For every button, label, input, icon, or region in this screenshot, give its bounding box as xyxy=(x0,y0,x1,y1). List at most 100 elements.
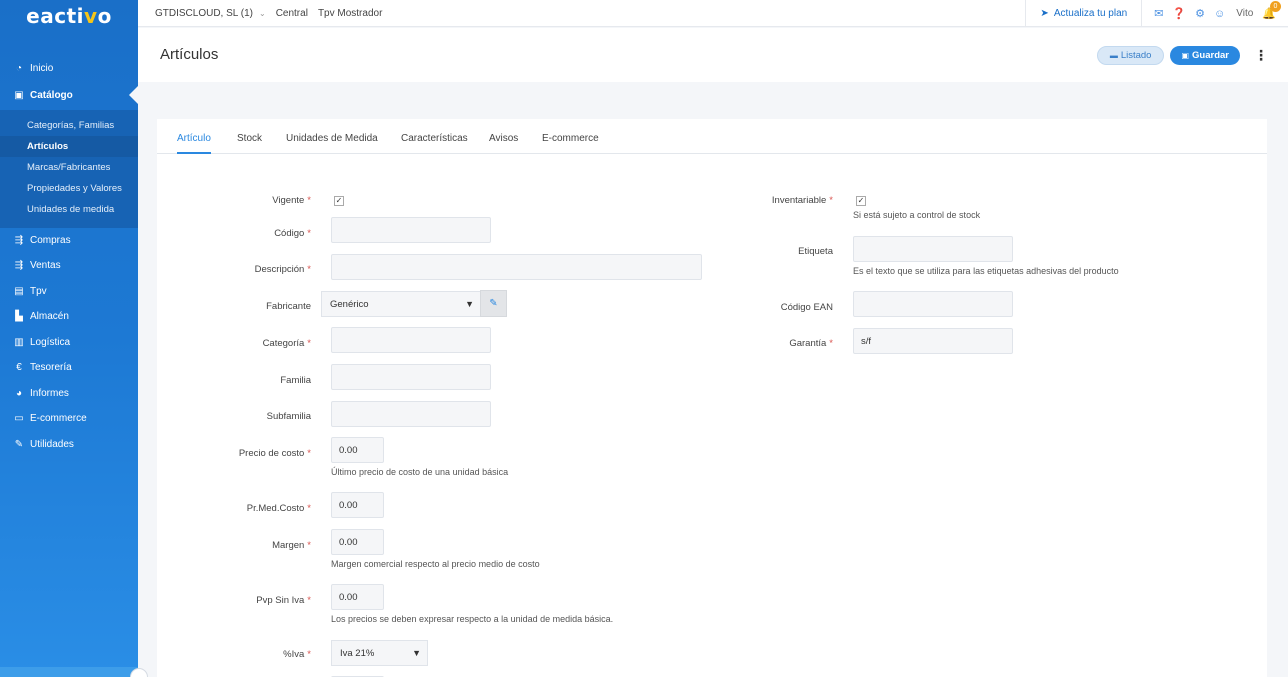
crumb-tpv[interactable]: Tpv Mostrador xyxy=(318,8,382,19)
paper-plane-icon: ➤ xyxy=(1040,8,1049,19)
caret-down-icon: ▼ xyxy=(465,299,474,309)
sidebar: eacti v o ◔ Inicio ▣ Catálogo Categorías, Fa… xyxy=(0,0,138,677)
codigo-input[interactable] xyxy=(331,217,491,243)
categoria-input[interactable] xyxy=(331,327,491,353)
pvp-sin-iva-label: Pvp Sin Iva * xyxy=(256,595,311,606)
tab-avisos[interactable]: Avisos xyxy=(489,133,518,154)
user-icon[interactable]: ☺ xyxy=(1214,8,1225,20)
sidebar-item-inicio[interactable]: ◔ Inicio xyxy=(0,56,138,82)
sidebar-item-label: Ventas xyxy=(30,260,61,272)
sidebar-item-ventas[interactable]: ⇶ Ventas xyxy=(0,253,138,279)
guardar-button[interactable]: ▣ Guardar xyxy=(1170,46,1240,65)
margen-label: Margen * xyxy=(272,540,311,551)
sidebar-item-informes[interactable]: ◕ Informes xyxy=(0,381,138,407)
tab-caracteristicas[interactable]: Características xyxy=(401,133,468,154)
sidebar-item-label: Logística xyxy=(30,336,71,348)
purchases-icon: ⇶ xyxy=(14,234,24,246)
more-options-icon[interactable]: ⋮ xyxy=(1254,47,1268,64)
tab-ecommerce[interactable]: E-commerce xyxy=(542,133,599,154)
fabricante-select[interactable]: Genérico ▼ xyxy=(321,291,481,317)
sidebar-collapse-button[interactable] xyxy=(130,668,148,677)
tab-unidades[interactable]: Unidades de Medida xyxy=(286,133,378,154)
codigo-ean-input[interactable] xyxy=(853,291,1013,317)
iva-label: %Iva * xyxy=(283,649,311,660)
topbar-icons: ✉ ❓ ⚙ ☺ Vito 🔔 0 xyxy=(1142,1,1288,20)
list-icon: ▬ xyxy=(1109,51,1118,60)
sidebar-item-ecommerce[interactable]: ▭ E-commerce xyxy=(0,406,138,432)
wrench-icon: ✎ xyxy=(14,438,24,450)
categoria-label: Categoría * xyxy=(262,338,311,349)
help-icon[interactable]: ❓ xyxy=(1172,7,1186,20)
familia-input[interactable] xyxy=(331,364,491,390)
inventariable-label: Inventariable * xyxy=(771,195,833,206)
descripcion-input[interactable] xyxy=(331,254,702,280)
garantia-input[interactable]: s/f xyxy=(853,328,1013,354)
vigente-checkbox[interactable]: ✓ xyxy=(334,196,344,206)
pvp-sin-iva-input[interactable]: 0.00 xyxy=(331,584,384,610)
page-title: Artículos xyxy=(160,46,219,63)
sidebar-subitem-categorias[interactable]: Categorías, Familias xyxy=(0,115,138,136)
subfamilia-label: Subfamilia xyxy=(266,411,311,422)
precio-costo-help: Último precio de costo de una unidad bás… xyxy=(331,467,509,477)
sidebar-item-logistica[interactable]: ▥ Logística xyxy=(0,330,138,356)
sidebar-item-catalogo[interactable]: ▣ Catálogo xyxy=(0,82,138,110)
sidebar-footer xyxy=(0,667,138,677)
tab-articulo[interactable]: Artículo xyxy=(177,133,211,154)
subfamilia-input[interactable] xyxy=(331,401,491,427)
familia-label: Familia xyxy=(280,375,311,386)
pr-med-costo-input[interactable]: 0.00 xyxy=(331,492,384,518)
sidebar-item-label: Compras xyxy=(30,234,71,246)
sidebar-subitem-unidades[interactable]: Unidades de medida xyxy=(0,199,138,220)
pos-icon: ▤ xyxy=(14,285,24,297)
etiqueta-help: Es el texto que se utiliza para las etiq… xyxy=(853,266,1119,276)
tab-stock[interactable]: Stock xyxy=(237,133,262,154)
article-form-card: Artículo Stock Unidades de Medida Caract… xyxy=(157,119,1267,677)
margen-input[interactable]: 0.00 xyxy=(331,529,384,555)
sidebar-nav: ◔ Inicio ▣ Catálogo Categorías, Familias A… xyxy=(0,56,138,457)
inventariable-help: Si está sujeto a control de stock xyxy=(853,210,981,220)
euro-icon: € xyxy=(16,362,22,374)
sidebar-item-almacen[interactable]: ▙ Almacén xyxy=(0,304,138,330)
topbar: GTDISCLOUD, SL (1) ⌄ Central Tpv Mostrad… xyxy=(138,0,1288,27)
ecommerce-icon: ▭ xyxy=(14,413,24,425)
descripcion-label: Descripción * xyxy=(254,264,311,275)
edit-icon: ✎ xyxy=(489,298,498,309)
company-selector[interactable]: GTDISCLOUD, SL (1) xyxy=(155,8,253,19)
user-name[interactable]: Vito xyxy=(1236,8,1253,19)
logo-accent: v xyxy=(84,4,98,28)
page-header: Artículos ▬ Listado ▣ Guardar ⋮ xyxy=(138,28,1288,82)
warehouse-icon: ▙ xyxy=(15,311,23,323)
inventariable-checkbox[interactable]: ✓ xyxy=(856,196,866,206)
upgrade-plan-button[interactable]: ➤ Actualiza tu plan xyxy=(1025,0,1143,27)
sidebar-item-tpv[interactable]: ▤ Tpv xyxy=(0,279,138,305)
chevron-down-icon[interactable]: ⌄ xyxy=(259,9,266,18)
eactivo-logo[interactable]: eacti v o xyxy=(0,0,138,32)
codigo-ean-label: Código EAN xyxy=(780,302,833,313)
dashboard-icon: ◔ xyxy=(15,63,23,75)
sidebar-item-label: Catálogo xyxy=(30,90,73,101)
precio-costo-input[interactable]: 0.00 xyxy=(331,437,384,463)
sidebar-item-tesoreria[interactable]: € Tesorería xyxy=(0,355,138,381)
crumb-central[interactable]: Central xyxy=(276,8,308,19)
iva-value: Iva 21% xyxy=(340,647,375,659)
sidebar-subitem-propiedades[interactable]: Propiedades y Valores xyxy=(0,178,138,199)
mail-icon[interactable]: ✉ xyxy=(1154,7,1163,20)
vigente-label: Vigente * xyxy=(272,195,311,206)
logo-text: eacti xyxy=(26,4,85,28)
sidebar-item-label: Inicio xyxy=(30,63,54,75)
sidebar-item-compras[interactable]: ⇶ Compras xyxy=(0,228,138,254)
edit-fabricante-button[interactable]: ✎ xyxy=(480,290,507,317)
sidebar-item-utilidades[interactable]: ✎ Utilidades xyxy=(0,432,138,458)
notification-badge: 0 xyxy=(1270,1,1281,12)
etiqueta-input[interactable] xyxy=(853,236,1013,262)
gear-icon[interactable]: ⚙ xyxy=(1195,7,1205,20)
iva-select[interactable]: Iva 21% ▼ xyxy=(331,640,428,666)
sidebar-item-label: Almacén xyxy=(30,311,69,323)
listado-button[interactable]: ▬ Listado xyxy=(1096,46,1165,65)
sidebar-subitem-marcas[interactable]: Marcas/Fabricantes xyxy=(0,157,138,178)
sidebar-subitem-articulos[interactable]: Artículos xyxy=(0,135,138,157)
bell-icon[interactable]: 🔔 0 xyxy=(1262,1,1281,20)
etiqueta-label: Etiqueta xyxy=(798,246,833,257)
sidebar-item-label: Tpv xyxy=(30,285,47,297)
fabricante-label: Fabricante xyxy=(266,301,311,312)
